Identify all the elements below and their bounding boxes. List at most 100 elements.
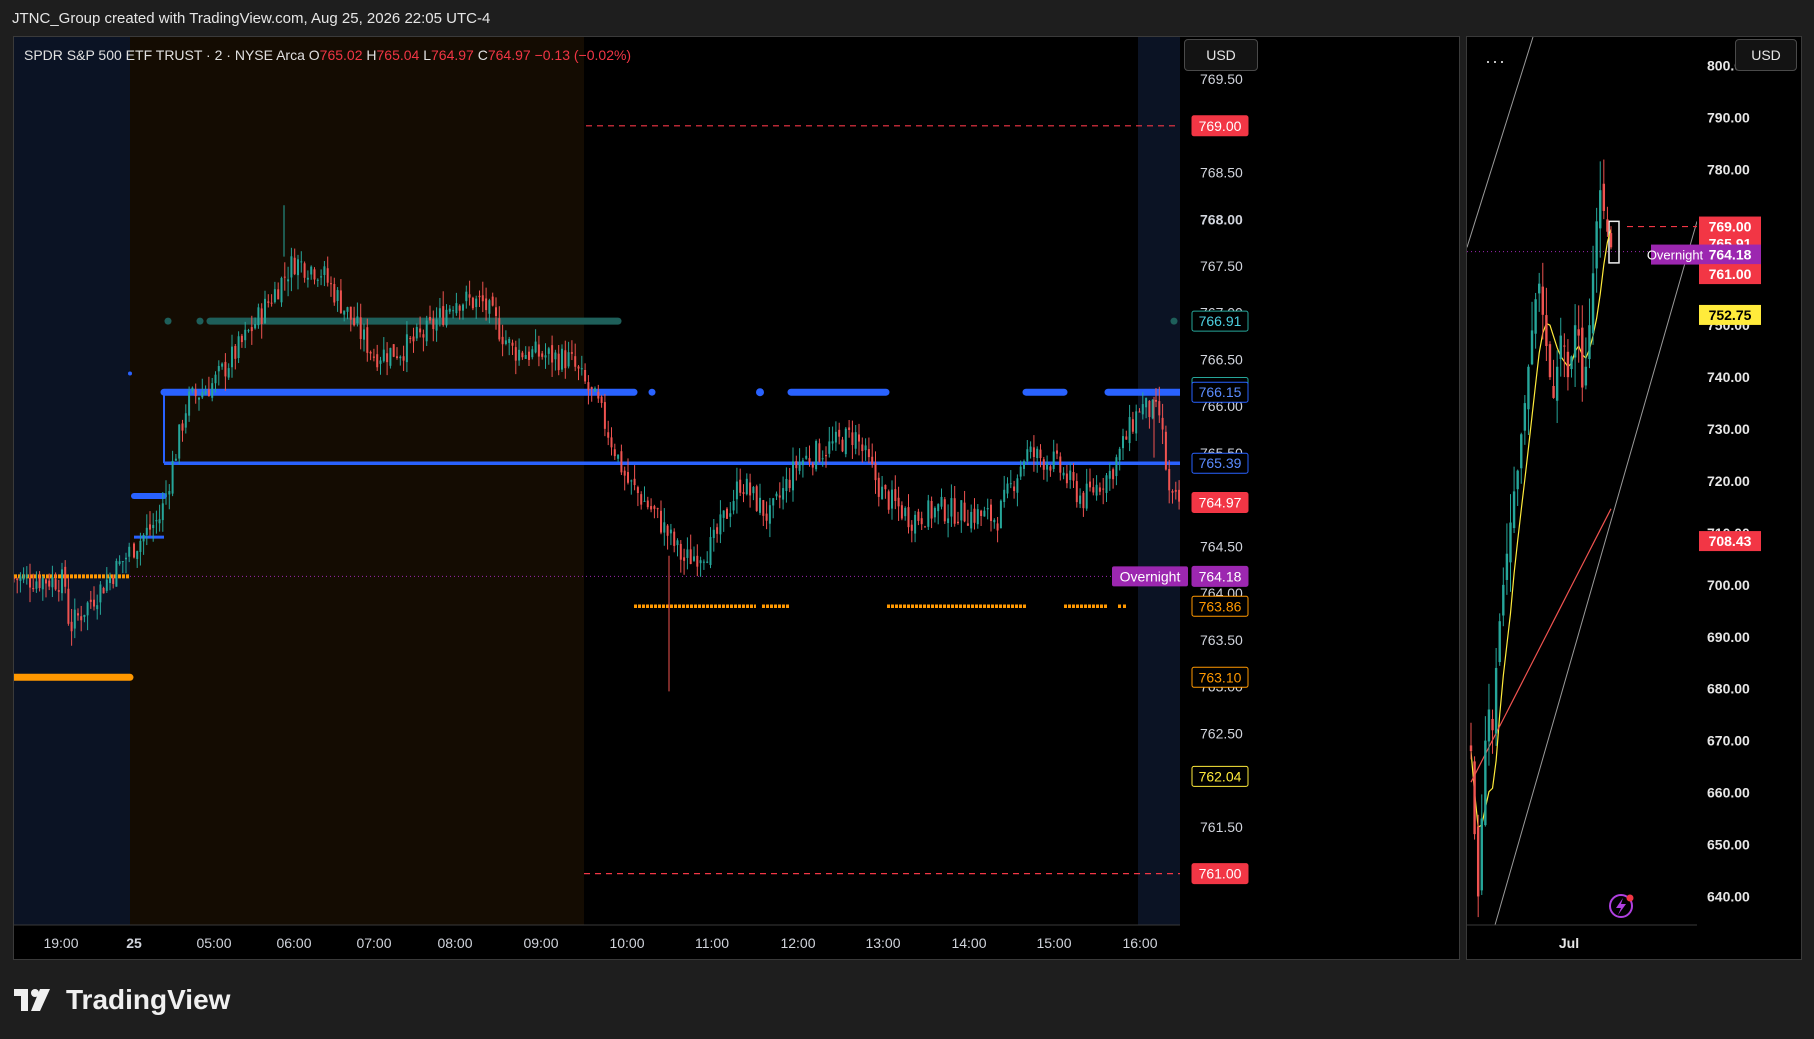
candle-body xyxy=(93,599,95,607)
candle-body xyxy=(726,508,728,519)
candle-body xyxy=(650,506,653,510)
candle-body xyxy=(521,352,524,358)
candle-body xyxy=(947,518,950,524)
candle-body xyxy=(792,461,794,491)
lightning-icon[interactable] xyxy=(1609,894,1634,918)
candle-body xyxy=(864,445,867,451)
main-chart-panel[interactable]: 769.50769.00768.50768.00767.50767.00766.… xyxy=(13,36,1460,960)
candle-body xyxy=(283,276,286,278)
candle-body xyxy=(1135,411,1138,434)
time-tick-label: 10:00 xyxy=(609,935,644,951)
candle-body xyxy=(1161,417,1164,430)
candle-body xyxy=(485,298,488,311)
candle-body xyxy=(917,511,920,521)
candle-body xyxy=(1029,446,1032,452)
candle-body xyxy=(448,308,451,312)
candle-body xyxy=(118,561,121,565)
candle-body xyxy=(620,451,623,473)
close-label: C xyxy=(477,47,488,63)
mini-time-tick-label: Jul xyxy=(1559,935,1579,951)
symbol-title[interactable]: SPDR S&P 500 ETF TRUST · 2 · NYSE Arca xyxy=(24,47,305,63)
candle-body xyxy=(1009,483,1012,485)
main-chart[interactable]: 769.50769.00768.50768.00767.50767.00766.… xyxy=(14,37,1460,960)
candle-body xyxy=(432,318,435,330)
price-level-badge-label: 766.91 xyxy=(1199,313,1242,329)
more-menu-icon[interactable]: ··· xyxy=(1485,51,1506,72)
candle-body xyxy=(567,352,570,367)
mini-candle-body xyxy=(1548,344,1552,378)
candle-body xyxy=(821,458,824,460)
time-tick-label: 16:00 xyxy=(1122,935,1157,951)
candle-body xyxy=(491,296,494,306)
candle-body xyxy=(1108,470,1111,479)
price-level-badge-label: 763.10 xyxy=(1199,669,1242,685)
candle-body xyxy=(603,402,606,429)
level-766-15-dot xyxy=(648,388,656,396)
candle-body xyxy=(471,297,474,309)
moving-average-fast xyxy=(1470,228,1612,829)
candle-body xyxy=(501,336,504,345)
candle-body xyxy=(528,351,530,360)
candle-body xyxy=(188,391,191,416)
candle-body xyxy=(455,303,458,314)
level-766-91-dot xyxy=(164,317,172,325)
candle-body xyxy=(38,577,41,589)
candle-body xyxy=(231,346,233,368)
candle-body xyxy=(818,443,821,462)
candle-body xyxy=(617,454,620,459)
overnight-tag-label: Overnight xyxy=(1120,568,1181,584)
candle-body xyxy=(607,432,610,438)
candle-body xyxy=(149,524,151,530)
candle-body xyxy=(1049,466,1052,471)
candle-body xyxy=(475,298,478,308)
mini-candle-body xyxy=(1606,219,1609,232)
candle-body xyxy=(544,355,547,358)
candle-body xyxy=(851,432,854,446)
mini-candle-body xyxy=(1559,335,1562,359)
mini-chart-panel[interactable]: 800.00790.00780.00770.00760.00750.00740.… xyxy=(1466,36,1802,960)
candle-body xyxy=(61,569,63,594)
candle-body xyxy=(534,341,537,353)
candle-body xyxy=(402,356,405,361)
candle-body xyxy=(168,491,171,495)
mini-candle-body xyxy=(1516,470,1519,490)
level-766-15-dot xyxy=(756,388,764,397)
candle-body xyxy=(950,498,953,517)
candle-body xyxy=(1006,483,1009,494)
candle-body xyxy=(699,560,702,564)
candle-body xyxy=(201,392,204,398)
mini-candle-body xyxy=(1595,221,1598,269)
candle-body xyxy=(1026,449,1029,462)
price-tick-label: 762.50 xyxy=(1200,725,1243,741)
candle-body xyxy=(1098,487,1101,492)
mini-chart[interactable]: 800.00790.00780.00770.00760.00750.00740.… xyxy=(1467,37,1802,960)
candle-body xyxy=(653,506,656,509)
candle-body xyxy=(435,319,438,331)
candle-body xyxy=(41,578,44,590)
candle-body xyxy=(722,510,725,518)
candle-body xyxy=(22,574,25,580)
candle-body xyxy=(597,391,600,399)
candle-body xyxy=(136,551,139,559)
candle-body xyxy=(70,621,73,632)
candle-body xyxy=(488,300,491,314)
candle-body xyxy=(1032,447,1035,457)
candle-body xyxy=(14,578,15,580)
candle-body xyxy=(438,308,441,318)
mini-candle-body xyxy=(1570,356,1573,370)
mini-price-tick-label: 670.00 xyxy=(1707,733,1750,749)
mini-price-badge-label: 764.18 xyxy=(1709,247,1752,263)
mini-price-badge-label: 769.00 xyxy=(1709,219,1752,235)
candle-body xyxy=(171,460,174,494)
candle-body xyxy=(732,501,735,511)
candle-body xyxy=(293,257,296,275)
candle-body xyxy=(174,458,177,461)
currency-button[interactable]: USD xyxy=(1184,39,1258,71)
candle-body xyxy=(54,579,57,590)
brand-name: TradingView xyxy=(66,984,231,1015)
mini-candle-body xyxy=(1588,325,1591,360)
candle-body xyxy=(468,294,471,298)
candle-body xyxy=(35,581,38,589)
mini-currency-button[interactable]: USD xyxy=(1735,39,1797,71)
candle-body xyxy=(481,295,484,302)
